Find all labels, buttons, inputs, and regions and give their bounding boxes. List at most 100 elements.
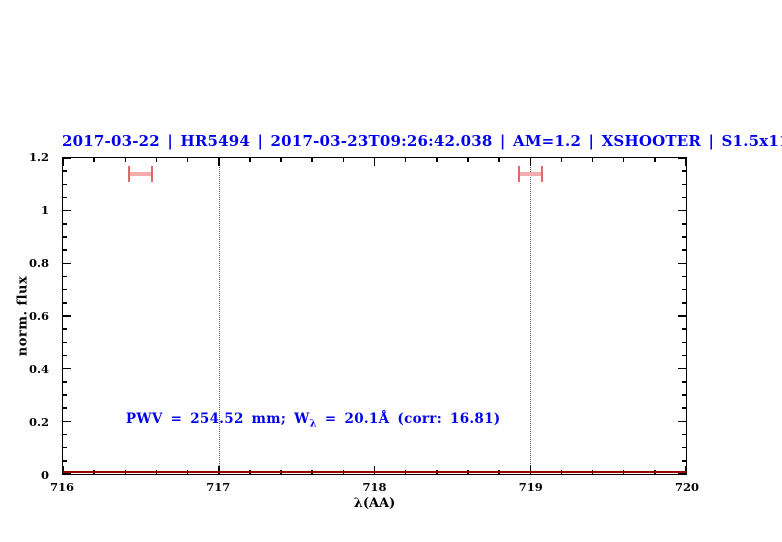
x-minor-tick	[342, 158, 345, 162]
flux-spectrum-line	[63, 471, 686, 474]
x-minor-tick	[498, 158, 500, 162]
x-tick-label: 720	[674, 480, 700, 494]
y-major-tick	[678, 315, 686, 317]
y-major-tick	[678, 473, 686, 475]
x-minor-tick	[155, 158, 158, 162]
y-minor-tick	[63, 446, 67, 449]
plot-area: PWV = 254.52 mm; Wλ = 20.1Å (corr: 16.81…	[62, 157, 687, 475]
y-minor-tick	[682, 341, 686, 344]
annotation-lambda-subscript: λ	[309, 418, 317, 430]
y-minor-tick	[682, 170, 686, 172]
x-minor-tick	[560, 158, 563, 162]
pwv-errorbar	[128, 165, 154, 182]
y-major-tick	[678, 420, 686, 423]
y-minor-tick	[682, 275, 686, 278]
reference-vline-719	[530, 158, 532, 474]
y-minor-tick	[63, 223, 67, 225]
y-minor-tick	[63, 381, 67, 383]
y-minor-tick	[682, 249, 686, 251]
y-minor-tick	[63, 170, 67, 172]
y-tick-label: 0.2	[28, 415, 49, 429]
y-tick-label: 1	[40, 203, 49, 217]
x-minor-tick	[186, 158, 189, 162]
y-minor-tick	[682, 302, 686, 304]
y-major-tick	[63, 420, 71, 423]
y-minor-tick	[63, 407, 67, 409]
y-minor-tick	[682, 354, 686, 357]
pwv-annotation: PWV = 254.52 mm; Wλ = 20.1Å (corr: 16.81…	[126, 411, 501, 430]
y-minor-tick	[682, 236, 686, 238]
x-minor-tick	[654, 158, 656, 162]
y-tick-label: 1.2	[28, 150, 49, 164]
errorbar-hline	[517, 171, 543, 176]
x-tick-label: 717	[206, 480, 231, 494]
x-minor-tick	[124, 158, 127, 162]
y-minor-tick	[63, 236, 67, 238]
y-major-tick	[678, 367, 686, 370]
x-major-tick	[62, 158, 64, 166]
y-minor-tick	[63, 354, 67, 357]
errorbar-right-cap	[540, 165, 543, 182]
y-minor-tick	[63, 302, 67, 304]
y-minor-tick	[682, 288, 686, 291]
x-major-tick	[529, 158, 531, 166]
y-minor-tick	[682, 328, 686, 330]
y-major-tick	[63, 315, 71, 317]
y-minor-tick	[682, 407, 686, 409]
x-minor-tick	[311, 158, 313, 162]
annotation-text-right: = 20.1Å (corr: 16.81)	[316, 410, 501, 427]
y-minor-tick	[63, 341, 67, 344]
x-major-tick	[218, 158, 220, 166]
y-minor-tick	[682, 446, 686, 449]
x-tick-label: 719	[518, 480, 543, 494]
y-major-tick	[678, 157, 686, 159]
plot-title: 2017-03-22 | HR5494 | 2017-03-23T09:26:4…	[62, 132, 782, 150]
x-minor-tick	[280, 158, 282, 162]
y-tick-label: 0.6	[28, 309, 49, 323]
y-minor-tick	[682, 394, 686, 396]
y-minor-tick	[682, 196, 686, 199]
x-tick-labels: 716 717 718 719 720	[50, 480, 699, 496]
y-minor-tick	[682, 381, 686, 383]
y-minor-tick	[63, 288, 67, 291]
x-minor-tick	[591, 158, 594, 162]
x-minor-tick	[93, 158, 95, 162]
y-major-tick	[63, 157, 71, 159]
y-minor-tick	[63, 328, 67, 330]
y-minor-tick	[682, 460, 686, 462]
y-minor-tick	[63, 196, 67, 199]
x-tick-label: 716	[49, 480, 75, 494]
y-major-tick	[678, 209, 686, 212]
spectrum-figure: 2017-03-22 | HR5494 | 2017-03-23T09:26:4…	[0, 0, 782, 542]
y-minor-tick	[63, 275, 67, 278]
y-major-tick	[63, 367, 71, 370]
y-minor-tick	[63, 394, 67, 396]
x-minor-tick	[622, 158, 625, 162]
y-tick-label: 0.8	[28, 256, 49, 270]
y-minor-tick	[682, 433, 686, 436]
errorbar-left-cap	[128, 165, 131, 182]
x-tick-label: 718	[362, 480, 387, 494]
x-minor-tick	[249, 158, 251, 162]
y-minor-tick	[63, 249, 67, 251]
y-minor-tick	[63, 460, 67, 462]
y-major-tick	[63, 262, 71, 265]
x-minor-tick	[404, 158, 407, 162]
y-tick-label: 0.4	[28, 362, 49, 376]
y-major-tick	[678, 262, 686, 265]
y-minor-tick	[63, 433, 67, 436]
reference-vline-717	[218, 158, 220, 474]
y-tick-label: 0	[40, 468, 49, 482]
x-axis-label: λ(AA)	[353, 496, 396, 511]
x-major-tick	[685, 158, 687, 166]
x-minor-tick	[467, 158, 469, 162]
y-tick-labels: 0 0.2 0.4 0.6 0.8 1 1.2	[0, 150, 56, 482]
y-minor-tick	[63, 183, 67, 186]
y-minor-tick	[682, 183, 686, 186]
errorbar-right-cap	[151, 165, 154, 182]
y-major-tick	[63, 209, 71, 212]
errorbar-hline	[128, 171, 154, 176]
y-minor-tick	[682, 223, 686, 225]
x-major-tick	[373, 158, 376, 166]
pwv-errorbar	[517, 165, 543, 182]
